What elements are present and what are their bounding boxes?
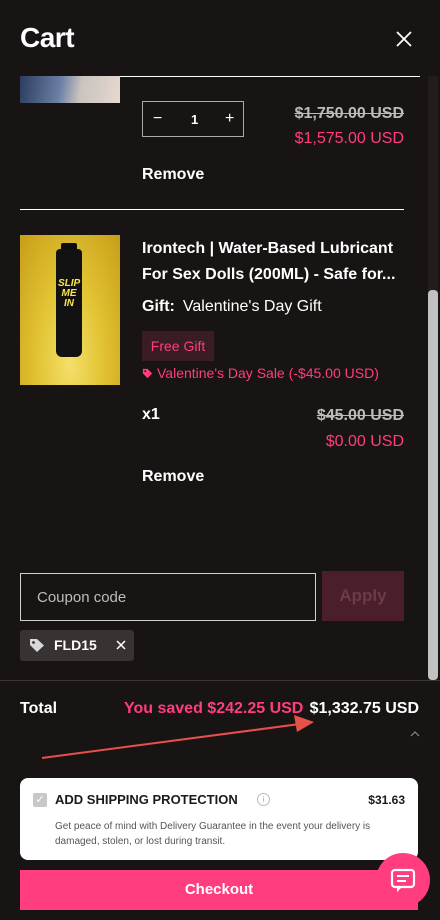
chat-icon — [390, 868, 416, 892]
item1-sale-price: $1,575.00 USD — [294, 130, 404, 147]
quantity-stepper: − 1 + — [142, 101, 244, 137]
sale-badge: Valentine's Day Sale (-$45.00 USD) — [142, 365, 379, 381]
shipping-protection-box: ✓ ADD SHIPPING PROTECTION i $31.63 Get p… — [20, 778, 418, 860]
gift-label: Gift: — [142, 298, 175, 315]
checkout-button[interactable]: Checkout — [20, 870, 418, 910]
item2-title[interactable]: Irontech | Water-Based Lubricant For Sex… — [142, 236, 410, 288]
cart-header: Cart — [0, 0, 440, 76]
shipping-protection-title: ADD SHIPPING PROTECTION — [55, 792, 238, 807]
apply-button[interactable]: Apply — [322, 571, 404, 621]
gift-value: Valentine's Day Gift — [182, 298, 322, 315]
sale-badge-text: Valentine's Day Sale (-$45.00 USD) — [157, 365, 379, 381]
shipping-protection-checkbox[interactable]: ✓ — [33, 793, 47, 807]
chat-button[interactable] — [376, 853, 430, 907]
increase-button[interactable]: + — [225, 110, 234, 128]
shipping-protection-price: $31.63 — [368, 793, 405, 807]
item2-quantity: x1 — [142, 406, 160, 423]
free-gift-badge: Free Gift — [142, 331, 214, 361]
item2-remove-button[interactable]: Remove — [142, 468, 204, 486]
applied-coupon-tag: FLD15 — [20, 630, 134, 661]
tag-icon — [30, 639, 44, 652]
shipping-protection-description: Get peace of mind with Delivery Guarante… — [55, 821, 371, 847]
coupon-code: FLD15 — [54, 637, 97, 653]
info-icon[interactable]: i — [257, 793, 270, 806]
scrollbar-thumb[interactable] — [428, 290, 438, 680]
product-image-2[interactable]: SLIP ME IN — [20, 235, 120, 385]
page-title: Cart — [20, 22, 75, 53]
item1-remove-button[interactable]: Remove — [142, 166, 204, 184]
chevron-up-icon[interactable] — [410, 730, 420, 738]
gift-row: Gift: Valentine's Day Gift — [142, 298, 322, 316]
quantity-value[interactable]: 1 — [191, 112, 198, 127]
remove-coupon-icon[interactable] — [114, 635, 128, 655]
decrease-button[interactable]: − — [153, 110, 162, 128]
item-divider — [20, 209, 404, 210]
bottle-label: SLIP ME IN — [58, 278, 81, 309]
item1-original-price: $1,750.00 USD — [294, 105, 404, 122]
product-image-1[interactable] — [20, 76, 120, 103]
coupon-input[interactable] — [20, 573, 316, 621]
total-amount: $1,332.75 USD — [309, 700, 419, 717]
footer-divider — [0, 680, 440, 681]
total-label: Total — [20, 700, 58, 717]
item2-original-price: $45.00 USD — [316, 407, 404, 424]
item2-sale-price: $0.00 USD — [325, 433, 404, 450]
savings-text: You saved $242.25 USD — [124, 700, 304, 717]
tag-icon — [142, 368, 153, 379]
close-icon[interactable] — [392, 27, 416, 51]
